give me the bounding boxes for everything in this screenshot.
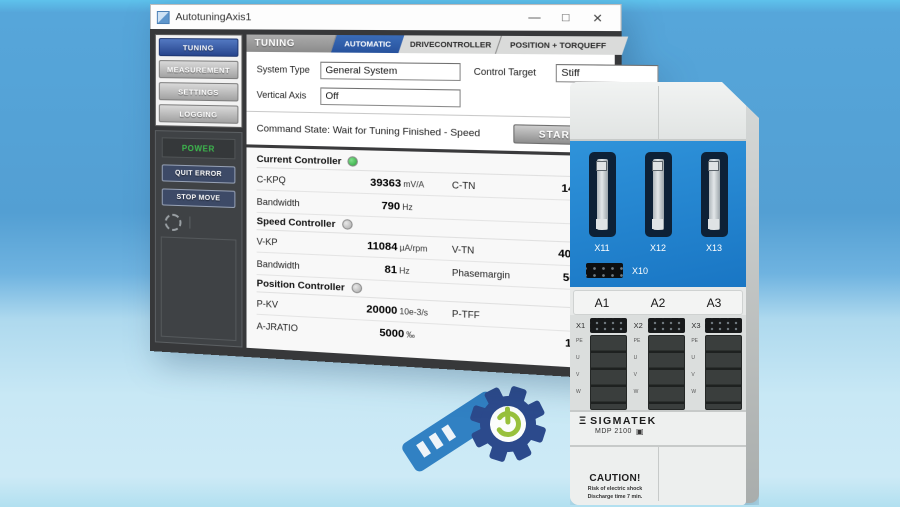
status-led-gray <box>351 283 362 294</box>
status-led-green <box>348 156 358 167</box>
caution-line1: Risk of electric shock <box>579 486 651 492</box>
terminal-block-icon <box>705 335 742 410</box>
connector-slot-icon <box>589 152 616 237</box>
connector-slot-icon <box>701 152 728 237</box>
control-panel: POWER QUIT ERROR STOP MOVE <box>155 130 243 347</box>
app-body: TUNING MEASUREMENT SETTINGS LOGGING POWE… <box>150 29 622 380</box>
autotuning-window: AutotuningAxis1 — □ ✕ TUNING MEASUREMENT… <box>150 4 595 351</box>
close-icon[interactable]: ✕ <box>582 11 614 25</box>
system-type-input[interactable] <box>320 61 460 80</box>
sidebar: TUNING MEASUREMENT SETTINGS LOGGING POWE… <box>155 34 243 348</box>
pin-connector-icon <box>586 263 623 278</box>
model-number: MDP 2100 <box>595 428 632 435</box>
divider <box>189 216 190 228</box>
caution-title: CAUTION! <box>579 473 651 484</box>
vertical-axis-input[interactable] <box>320 87 460 107</box>
terminal-block-icon <box>590 335 627 410</box>
terminal-x2: X2 PE U V W <box>634 318 687 410</box>
status-row <box>162 212 236 233</box>
tab-drivecontroller[interactable]: DRIVECONTROLLER <box>395 35 505 54</box>
vertical-axis-label: Vertical Axis <box>257 90 321 101</box>
port-x11: X11 <box>587 152 617 253</box>
sidebar-item-logging[interactable]: LOGGING <box>159 104 239 124</box>
quit-error-button[interactable]: QUIT ERROR <box>162 164 236 183</box>
command-state-label: Command State: <box>257 123 330 136</box>
control-target-label: Control Target <box>474 66 556 78</box>
title-bar[interactable]: AutotuningAxis1 — □ ✕ <box>150 4 622 31</box>
port-x10: X10 <box>586 263 648 278</box>
tab-automatic[interactable]: AUTOMATIC <box>330 35 405 53</box>
main-area: TUNING AUTOMATIC DRIVECONTROLLER POSITIO… <box>247 35 615 370</box>
maximize-icon[interactable]: □ <box>550 11 582 24</box>
sidebar-item-measurement[interactable]: MEASUREMENT <box>159 60 239 79</box>
slot-a1: A1 <box>574 291 630 314</box>
device-bottom-section: CAUTION! Risk of electric shock Discharg… <box>570 447 746 505</box>
pin-connector-icon <box>590 318 627 333</box>
sigmatek-logo-icon: Ξ <box>579 415 586 427</box>
slot-a3: A3 <box>686 291 742 314</box>
spinner-icon <box>165 213 182 231</box>
app-icon <box>157 11 170 24</box>
terminal-block-icon <box>648 335 685 410</box>
device-connector-panel: X11 X12 X13 X10 <box>570 141 746 287</box>
tuning-form: System Type Control Target Vertical Axis <box>247 52 615 119</box>
usb-gear-power-logo <box>392 368 564 480</box>
stop-move-button[interactable]: STOP MOVE <box>162 188 236 208</box>
minimize-icon[interactable]: — <box>519 11 550 24</box>
system-type-label: System Type <box>257 64 321 75</box>
brand-name: SIGMATEK <box>590 415 657 427</box>
terminal-x1: X1 PE U V W <box>576 318 629 410</box>
port-x12: X12 <box>643 152 673 253</box>
sidebar-item-settings[interactable]: SETTINGS <box>159 82 239 101</box>
sidebar-item-tuning[interactable]: TUNING <box>159 38 239 57</box>
page-title: TUNING <box>247 35 333 53</box>
device-front-face: X11 X12 X13 X10 A1 A2 A3 <box>570 82 746 505</box>
terminal-section: X1 PE U V W X2 PE U V W <box>570 315 746 410</box>
terminal-x3: X3 PE U V W <box>691 318 744 410</box>
caution-line2: Discharge time 7 min. <box>579 494 651 500</box>
connector-slot-icon <box>645 152 672 237</box>
device-side-face <box>744 90 759 503</box>
qr-code-icon: ▣ <box>636 428 644 435</box>
slot-a2: A2 <box>630 291 686 314</box>
axis-slot-bar: A1 A2 A3 <box>573 290 743 315</box>
pin-connector-icon <box>705 318 742 333</box>
port-x13: X13 <box>699 152 729 253</box>
tab-position-torqueff[interactable]: POSITION + TORQUEFF <box>494 36 627 55</box>
device-top-section <box>570 82 746 141</box>
parameters-panel: Current Controller C-KPQ 39363mV/A C-TN … <box>247 147 615 369</box>
command-state-value: Wait for Tuning Finished - Speed <box>333 124 481 139</box>
mdp2100-device: X11 X12 X13 X10 A1 A2 A3 <box>570 82 759 505</box>
window-title: AutotuningAxis1 <box>176 11 519 24</box>
brand-bar: Ξ SIGMATEK MDP 2100 ▣ <box>570 410 746 447</box>
sidebar-nav: TUNING MEASUREMENT SETTINGS LOGGING <box>155 34 243 128</box>
pin-connector-icon <box>648 318 685 333</box>
status-led-gray <box>342 219 352 230</box>
control-target-input[interactable] <box>556 63 659 83</box>
power-button[interactable]: POWER <box>162 137 236 159</box>
caution-label: CAUTION! Risk of electric shock Discharg… <box>579 473 651 505</box>
empty-group-box <box>161 236 237 341</box>
